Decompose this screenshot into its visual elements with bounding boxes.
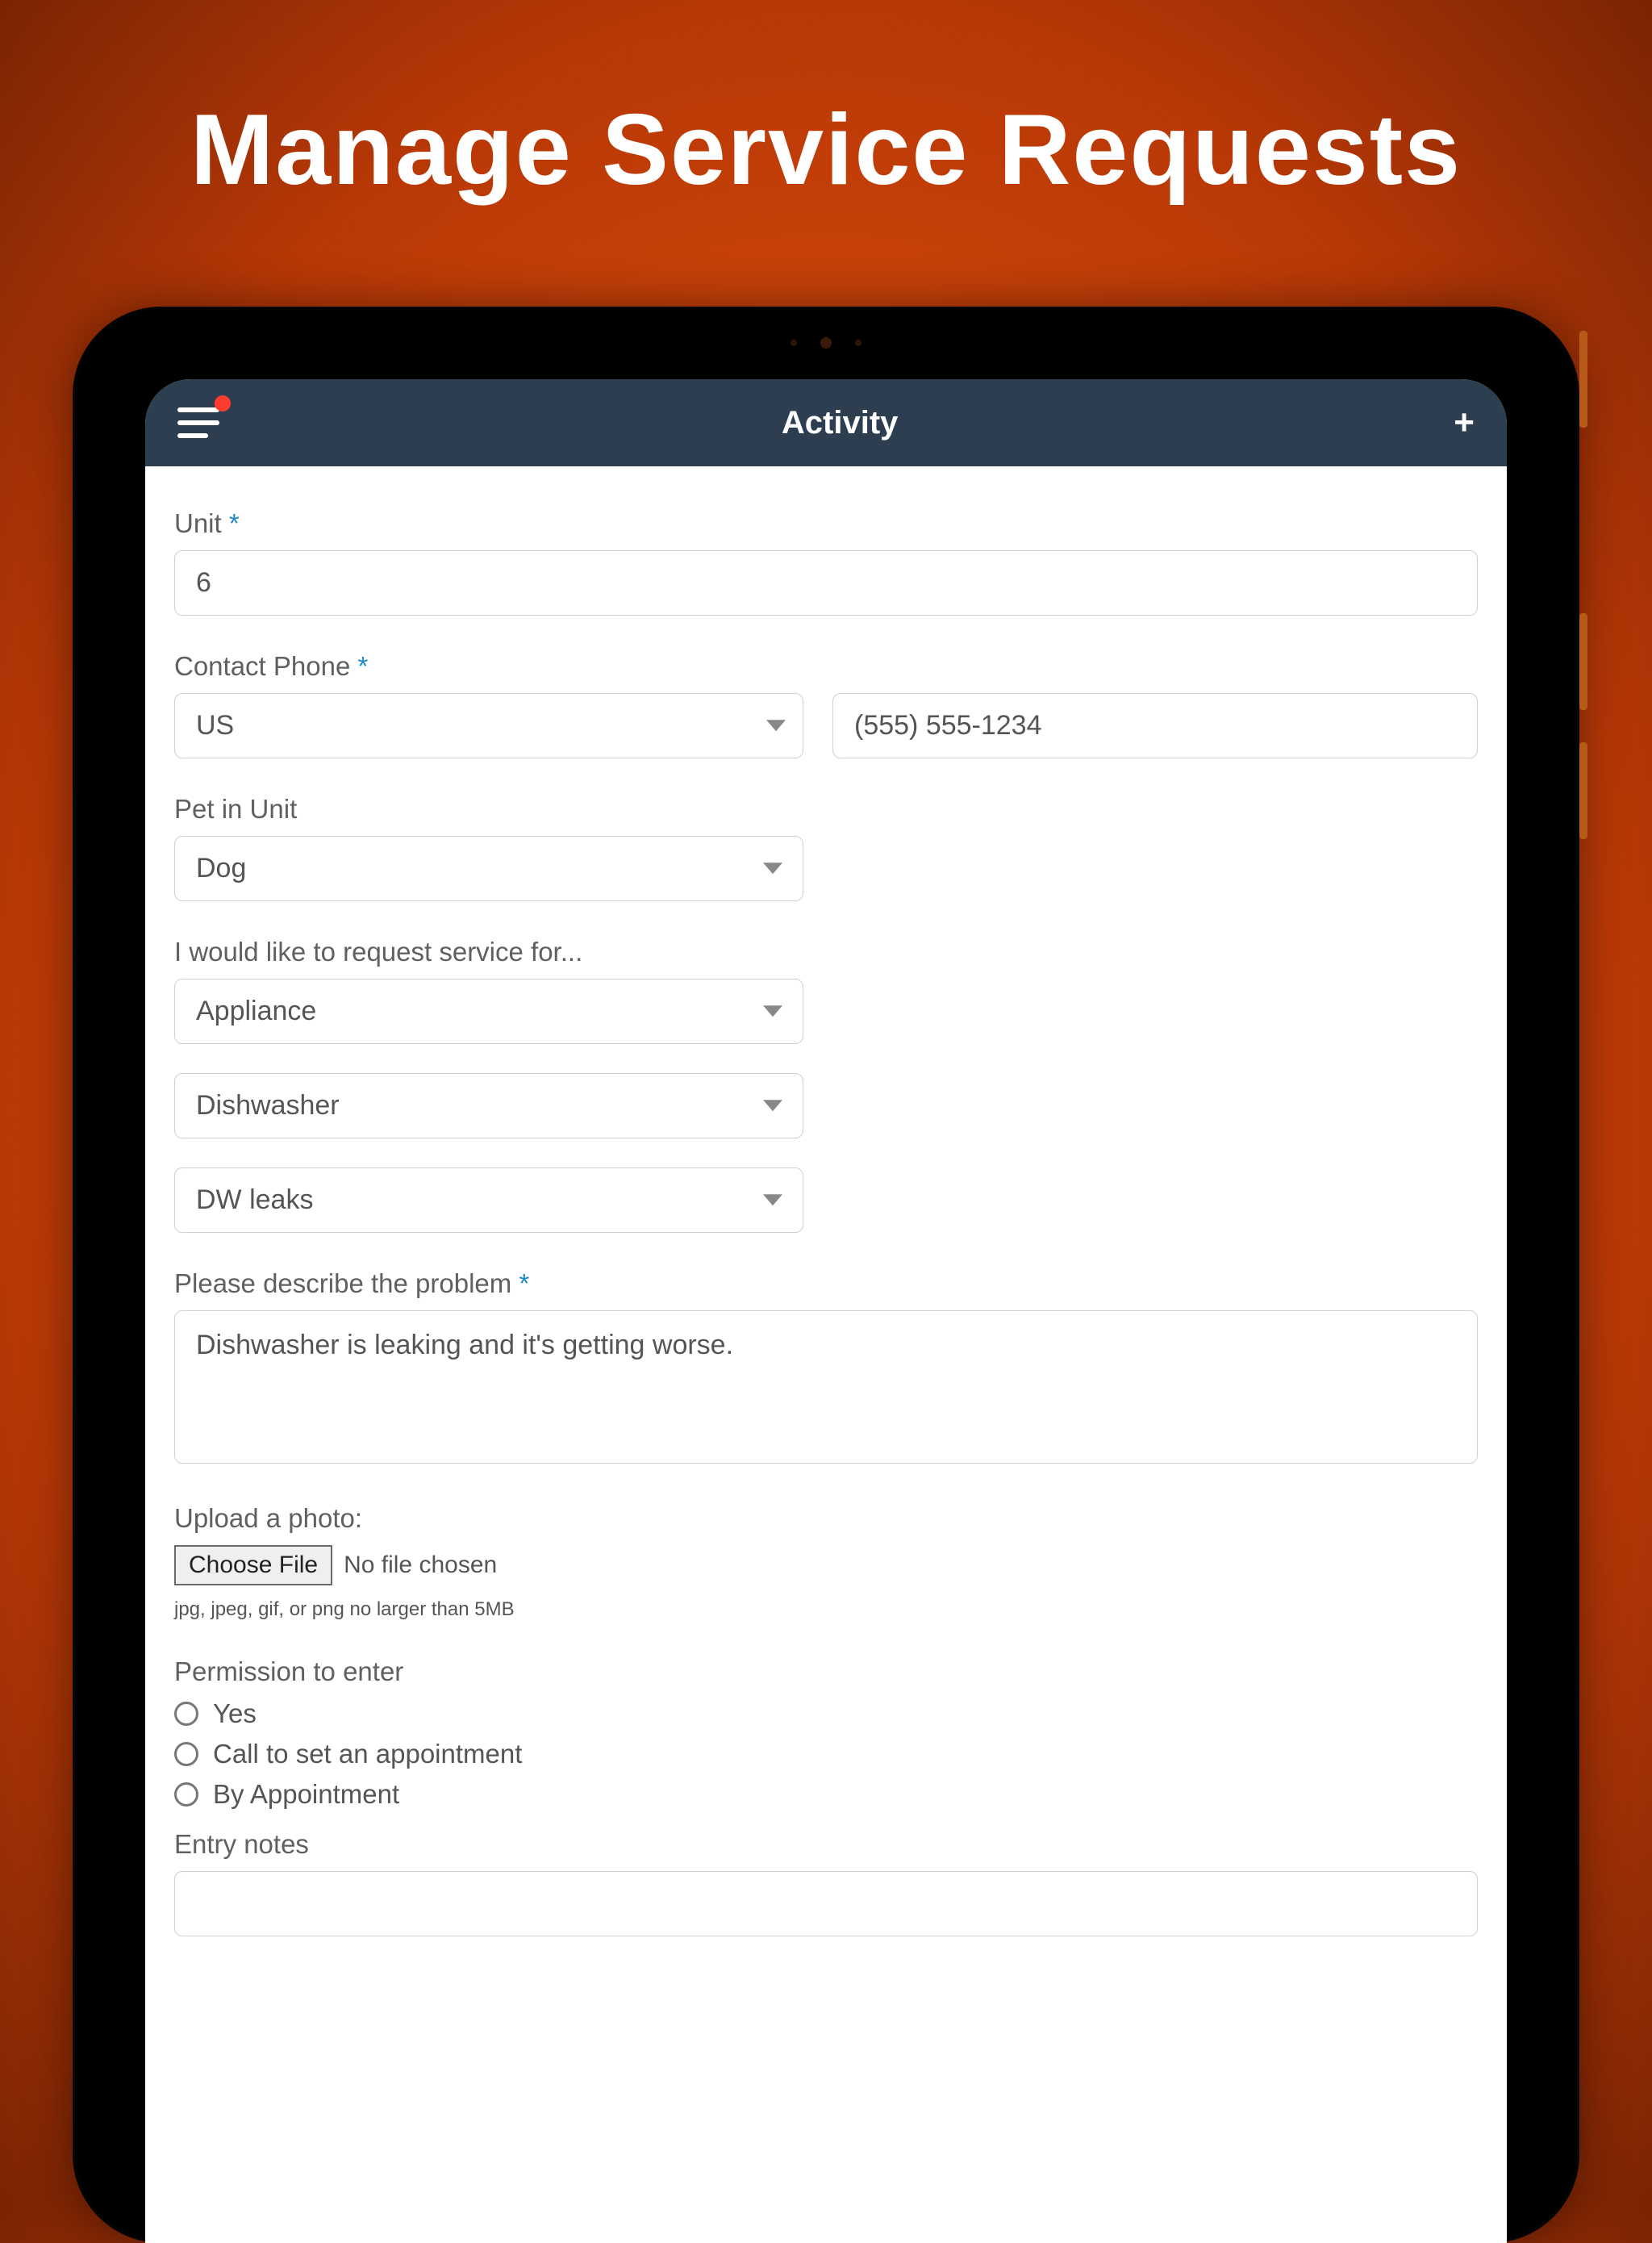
entry-notes-label: Entry notes bbox=[174, 1829, 1478, 1860]
radio-label: By Appointment bbox=[213, 1779, 399, 1810]
app-header: Activity + bbox=[145, 379, 1507, 466]
service-field: I would like to request service for... A… bbox=[174, 937, 1478, 1233]
choose-file-button[interactable]: Choose File bbox=[174, 1545, 332, 1585]
country-value: US bbox=[174, 693, 803, 758]
unit-label: Unit * bbox=[174, 508, 1478, 539]
upload-label: Upload a photo: bbox=[174, 1503, 1478, 1534]
app-screen: Activity + Unit * Contact Phone * US bbox=[145, 379, 1507, 2243]
service-issue-select[interactable]: DW leaks bbox=[174, 1167, 803, 1233]
phone-field: Contact Phone * US bbox=[174, 651, 1478, 758]
radio-icon bbox=[174, 1782, 198, 1807]
header-title: Activity bbox=[782, 405, 899, 441]
notification-dot-icon bbox=[215, 395, 231, 411]
tablet-frame: Activity + Unit * Contact Phone * US bbox=[73, 307, 1579, 2243]
service-request-form: Unit * Contact Phone * US Pet in Unit bbox=[145, 466, 1507, 2243]
permission-field: Permission to enter Yes Call to set an a… bbox=[174, 1656, 1478, 1810]
page-title: Manage Service Requests bbox=[0, 0, 1652, 207]
phone-label: Contact Phone * bbox=[174, 651, 1478, 682]
required-marker: * bbox=[229, 508, 240, 538]
permission-option-call[interactable]: Call to set an appointment bbox=[174, 1739, 1478, 1769]
phone-input[interactable] bbox=[832, 693, 1478, 758]
service-label: I would like to request service for... bbox=[174, 937, 1478, 967]
entry-notes-field: Entry notes bbox=[174, 1829, 1478, 1936]
permission-option-yes[interactable]: Yes bbox=[174, 1698, 1478, 1729]
hamburger-icon bbox=[177, 433, 208, 438]
problem-label: Please describe the problem * bbox=[174, 1268, 1478, 1299]
pet-value: Dog bbox=[174, 836, 803, 901]
service-category-value: Appliance bbox=[174, 979, 803, 1044]
unit-field: Unit * bbox=[174, 508, 1478, 616]
plus-icon: + bbox=[1454, 403, 1475, 442]
service-issue-value: DW leaks bbox=[174, 1167, 803, 1233]
required-marker: * bbox=[519, 1268, 529, 1298]
radio-label: Call to set an appointment bbox=[213, 1739, 522, 1769]
unit-input[interactable] bbox=[174, 550, 1478, 616]
radio-icon bbox=[174, 1702, 198, 1726]
permission-label: Permission to enter bbox=[174, 1656, 1478, 1687]
menu-button[interactable] bbox=[177, 403, 226, 442]
file-hint: jpg, jpeg, gif, or png no larger than 5M… bbox=[174, 1598, 1478, 1621]
permission-option-appointment[interactable]: By Appointment bbox=[174, 1779, 1478, 1810]
problem-field: Please describe the problem * bbox=[174, 1268, 1478, 1468]
file-status: No file chosen bbox=[344, 1552, 497, 1579]
entry-notes-input[interactable] bbox=[174, 1871, 1478, 1936]
upload-field: Upload a photo: Choose File No file chos… bbox=[174, 1503, 1478, 1621]
required-marker: * bbox=[358, 651, 369, 681]
add-button[interactable]: + bbox=[1454, 405, 1475, 441]
pet-select[interactable]: Dog bbox=[174, 836, 803, 901]
pet-field: Pet in Unit Dog bbox=[174, 794, 1478, 901]
problem-textarea[interactable] bbox=[174, 1310, 1478, 1464]
pet-label: Pet in Unit bbox=[174, 794, 1478, 825]
hamburger-icon bbox=[177, 407, 219, 412]
radio-icon bbox=[174, 1742, 198, 1766]
country-select[interactable]: US bbox=[174, 693, 803, 758]
service-item-value: Dishwasher bbox=[174, 1073, 803, 1138]
radio-label: Yes bbox=[213, 1698, 257, 1729]
service-item-select[interactable]: Dishwasher bbox=[174, 1073, 803, 1138]
service-category-select[interactable]: Appliance bbox=[174, 979, 803, 1044]
hamburger-icon bbox=[177, 420, 219, 425]
